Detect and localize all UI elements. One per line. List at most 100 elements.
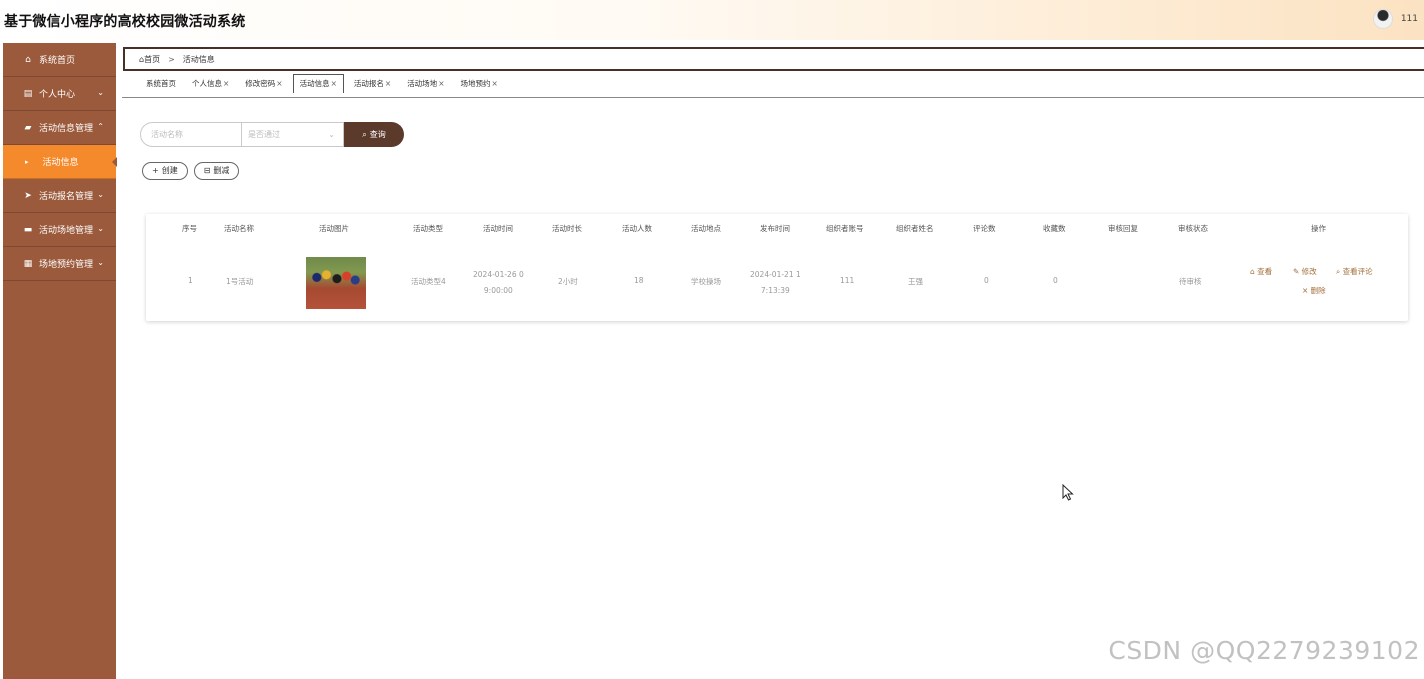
sidebar-item-label: 场地预约管理 <box>39 260 94 270</box>
watermark: CSDN @QQ2279239102 <box>1108 636 1420 665</box>
search-bar: 活动名称 是否通过 ⌄ ⌕ 查询 <box>140 122 404 147</box>
cell-publish-line1: 2024-01-21 1 <box>750 270 801 279</box>
activity-name-input[interactable]: 活动名称 <box>140 122 242 147</box>
tab-activity-venue[interactable]: 活动场地× <box>401 75 450 93</box>
view-link[interactable]: ⌂ 查看 <box>1250 266 1272 277</box>
chevron-down-icon: ⌄ <box>97 88 104 97</box>
action-buttons: + 创建 ⊟ 删减 <box>142 162 240 180</box>
mouse-cursor-icon <box>1062 484 1074 501</box>
close-icon[interactable]: × <box>438 79 444 88</box>
cell-duration: 2小时 <box>558 277 578 286</box>
cell-type: 活动类型4 <box>411 277 446 286</box>
tab-label: 修改密码 <box>245 79 276 88</box>
sidebar: ⌂ 系统首页 ▤ 个人中心 ⌄ ▰ 活动信息管理 ⌃ ▸ 活动信息 ➤ 活动报名… <box>3 43 117 679</box>
search-icon: ⌕ <box>362 129 367 139</box>
cell-favorites: 0 <box>1053 276 1058 285</box>
caret-right-icon: ▸ <box>25 157 29 166</box>
activity-image[interactable] <box>306 257 366 309</box>
home-icon: ⌂ <box>25 54 31 65</box>
edit-label: 修改 <box>1301 267 1317 276</box>
cell-index: 1 <box>188 276 193 285</box>
cell-time-line2: 9:00:00 <box>483 286 513 295</box>
chevron-down-icon: ⌄ <box>97 258 104 267</box>
header-favorites: 收藏数 <box>1043 224 1066 233</box>
chevron-down-icon: ⌄ <box>97 190 104 199</box>
sidebar-item-label: 活动场地管理 <box>39 226 94 236</box>
header-people: 活动人数 <box>622 224 652 233</box>
header-publish-time: 发布时间 <box>760 224 790 233</box>
minus-box-icon: ⊟ <box>203 166 211 175</box>
sidebar-item-label: 系统首页 <box>39 56 76 66</box>
id-card-icon: ▤ <box>23 88 33 99</box>
header-image: 活动图片 <box>319 224 349 233</box>
close-icon[interactable]: × <box>276 79 282 88</box>
header-place: 活动地点 <box>691 224 721 233</box>
cell-publish-time: 2024-01-21 1 7:13:39 <box>750 267 801 299</box>
sidebar-subitem-activity-info[interactable]: ▸ 活动信息 <box>3 145 117 179</box>
breadcrumb-home[interactable]: 首页 <box>144 54 160 65</box>
breadcrumb: ⌂ 首页 > 活动信息 <box>123 47 1424 71</box>
cell-time-line1: 2024-01-26 0 <box>473 270 524 279</box>
plus-icon: + <box>152 166 159 175</box>
cell-comments: 0 <box>984 276 989 285</box>
sidebar-item-signup-manage[interactable]: ➤ 活动报名管理 ⌄ <box>3 179 116 213</box>
view-label: 查看 <box>1257 267 1273 276</box>
tab-home[interactable]: 系统首页 <box>140 75 182 93</box>
cell-time: 2024-01-26 0 9:00:00 <box>473 267 524 299</box>
approval-status-select[interactable]: 是否通过 ⌄ <box>242 122 344 147</box>
tab-label: 活动场地 <box>407 79 438 88</box>
grid-icon: ▦ <box>23 258 33 269</box>
sidebar-item-venue-manage[interactable]: ▬ 活动场地管理 ⌄ <box>3 213 116 247</box>
tab-label: 系统首页 <box>146 79 176 88</box>
close-icon[interactable]: × <box>331 79 337 88</box>
sidebar-item-personal-center[interactable]: ▤ 个人中心 ⌄ <box>3 77 116 111</box>
tab-change-password[interactable]: 修改密码× <box>239 75 288 93</box>
cell-place: 学校操场 <box>691 277 721 286</box>
breadcrumb-separator: > <box>168 54 175 64</box>
delete-label: 删除 <box>1310 286 1326 295</box>
sidebar-item-activity-info-manage[interactable]: ▰ 活动信息管理 ⌃ <box>3 111 116 145</box>
user-area[interactable]: 111 <box>1372 9 1418 29</box>
sidebar-item-label: 个人中心 <box>39 90 76 100</box>
header-org-name: 组织者姓名 <box>896 224 934 233</box>
header-time: 活动时间 <box>483 224 513 233</box>
send-icon: ➤ <box>24 190 32 201</box>
username[interactable]: 111 <box>1401 14 1418 24</box>
tab-activity-info[interactable]: 活动信息× <box>292 74 344 93</box>
close-icon[interactable]: × <box>385 79 391 88</box>
header-review-status: 审核状态 <box>1178 224 1208 233</box>
tab-activity-signup[interactable]: 活动报名× <box>348 75 397 93</box>
tab-personal-info[interactable]: 个人信息× <box>186 75 235 93</box>
cell-name: 1号活动 <box>226 277 254 286</box>
batch-delete-button[interactable]: ⊟ 删减 <box>193 162 240 180</box>
top-header: 基于微信小程序的高校校园微活动系统 111 <box>0 0 1424 40</box>
app-title: 基于微信小程序的高校校园微活动系统 <box>4 14 246 30</box>
tab-bar: 系统首页 个人信息× 修改密码× 活动信息× 活动报名× 活动场地× 场地预约× <box>140 73 508 93</box>
cell-org-account: 111 <box>840 276 855 285</box>
cell-org-name: 王强 <box>908 277 923 286</box>
close-icon[interactable]: × <box>491 79 497 88</box>
edit-link[interactable]: ✎ 修改 <box>1293 266 1317 277</box>
view-comments-link[interactable]: ⌕ 查看评论 <box>1336 266 1373 277</box>
close-icon[interactable]: × <box>223 79 229 88</box>
sidebar-item-home[interactable]: ⌂ 系统首页 <box>3 43 116 77</box>
breadcrumb-current: 活动信息 <box>182 54 215 64</box>
cell-people: 18 <box>634 276 644 285</box>
header-review-reply: 审核回复 <box>1108 224 1138 233</box>
delete-link[interactable]: × 删除 <box>1302 285 1326 296</box>
search-button-label: 查询 <box>369 130 386 139</box>
create-button[interactable]: + 创建 <box>142 162 188 180</box>
header-comments: 评论数 <box>973 224 996 233</box>
search-button[interactable]: ⌕ 查询 <box>344 122 404 147</box>
tabs-divider <box>122 97 1424 98</box>
sidebar-item-reservation-manage[interactable]: ▦ 场地预约管理 ⌄ <box>3 247 116 281</box>
tab-venue-reservation[interactable]: 场地预约× <box>454 75 503 93</box>
avatar[interactable] <box>1372 9 1393 29</box>
sidebar-item-label: 活动信息 <box>42 158 79 168</box>
tab-label: 活动信息 <box>299 79 330 88</box>
sidebar-item-label: 活动报名管理 <box>39 192 94 202</box>
delete-label: 删减 <box>213 166 230 175</box>
comment-icon: ⌕ <box>1336 267 1343 276</box>
create-label: 创建 <box>161 166 178 175</box>
header-operations: 操作 <box>1311 224 1326 233</box>
